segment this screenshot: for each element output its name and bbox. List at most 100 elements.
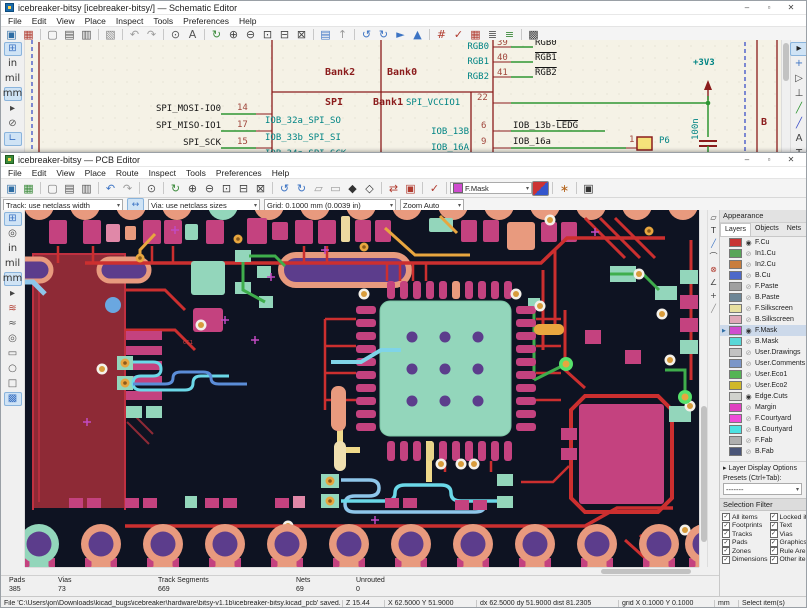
visibility-icon[interactable]: ⊘	[744, 305, 753, 313]
schematic-vertical-scrollbar[interactable]	[781, 40, 790, 154]
footprint-editor-icon[interactable]: ▣	[402, 181, 419, 196]
pin-number[interactable]: 6	[481, 121, 486, 131]
filter-item[interactable]: ✓Zones	[722, 547, 768, 556]
layer-color-swatch[interactable]	[729, 381, 742, 390]
pin-name[interactable]: P6	[659, 136, 670, 146]
visibility-icon[interactable]: ⊘	[744, 316, 753, 324]
filter-item[interactable]: ✓Locked items	[770, 513, 807, 522]
symbol-field[interactable]: SPI	[325, 98, 343, 108]
layer-row[interactable]: ⊘F.Silkscreen	[720, 303, 806, 314]
units-mm-button[interactable]: mm	[4, 272, 22, 286]
close-button[interactable]: ✕	[780, 2, 802, 14]
layer-color-swatch[interactable]	[729, 403, 742, 412]
checkbox-checked-icon[interactable]: ✓	[722, 522, 730, 530]
pin-name[interactable]: 100n	[691, 118, 701, 140]
highlight-net-tool-icon[interactable]: +	[790, 57, 807, 71]
wire-tool-icon[interactable]: ╱	[790, 102, 807, 116]
filter-item[interactable]: ✓Graphics	[770, 539, 807, 548]
cursor-shape-icon[interactable]: ▸	[4, 102, 22, 116]
scripting-console-icon[interactable]: ▣	[580, 181, 597, 196]
menu-route[interactable]: Route	[111, 168, 144, 178]
zoom-page-icon[interactable]: ⊟	[235, 181, 252, 196]
grid-toggle-icon[interactable]: ⊞	[4, 212, 22, 226]
drc-icon[interactable]: ✓	[426, 181, 443, 196]
layer-color-swatch[interactable]	[729, 282, 742, 291]
symbol-field[interactable]: Bank2	[325, 68, 355, 78]
layer-row[interactable]: ⊘B.Paste	[720, 292, 806, 303]
net-label[interactable]: SPI_MOSI-IO0	[125, 104, 221, 114]
pcb-titlebar[interactable]: icebreaker-bitsy — PCB Editor – ▫ ✕	[1, 153, 806, 167]
layer-row[interactable]: ⊘B.Cu	[720, 270, 806, 281]
visibility-icon[interactable]: ⊘	[744, 415, 753, 423]
scrollbar-thumb[interactable]	[601, 569, 691, 574]
ratsnest-icon[interactable]: ∗	[556, 181, 573, 196]
minimize-button[interactable]: –	[736, 154, 758, 166]
checkbox-checked-icon[interactable]: ✓	[770, 530, 778, 538]
visibility-icon[interactable]: ⊘	[744, 382, 753, 390]
layer-row[interactable]: ⊘User.Eco1	[720, 369, 806, 380]
layer-color-swatch[interactable]	[729, 260, 742, 269]
menu-preferences[interactable]: Preferences	[178, 16, 234, 26]
active-layer-dropdown[interactable]: F.Mask ▾	[450, 182, 532, 194]
layer-color-swatch[interactable]	[729, 447, 742, 456]
layer-color-swatch[interactable]	[729, 392, 742, 401]
checkbox-checked-icon[interactable]: ✓	[722, 556, 730, 564]
layer-row[interactable]: ⊘B.Mask	[720, 336, 806, 347]
visibility-icon[interactable]: ⊘	[744, 338, 753, 346]
pin-number[interactable]: 17	[237, 120, 248, 130]
filter-item[interactable]: ✓All items	[722, 513, 768, 522]
schematic-canvas[interactable]: Bank2Bank0SPIBank1SPI_VCCIO122RGB0RGB1RG…	[25, 40, 781, 154]
add-power-tool-icon[interactable]: ⊥	[790, 87, 807, 101]
tab-nets[interactable]: Nets	[783, 223, 805, 236]
scrollbar-thumb[interactable]	[783, 43, 789, 81]
pin-name[interactable]: SPI_VCCIO1	[406, 98, 460, 108]
layer-color-swatch[interactable]	[729, 315, 742, 324]
vias-outline-icon[interactable]: ○	[4, 362, 22, 376]
layer-color-swatch[interactable]	[729, 436, 742, 445]
units-mm-button[interactable]: mm	[4, 87, 22, 101]
filter-item[interactable]: ✓Tracks	[722, 530, 768, 539]
presets-dropdown[interactable]: ------- ▾	[723, 483, 802, 495]
delete-tool-icon[interactable]: ⊗	[708, 264, 719, 276]
undo-icon[interactable]: ↶	[102, 181, 119, 196]
visibility-icon[interactable]: ⊘	[744, 437, 753, 445]
new-board-icon[interactable]: ▢	[44, 181, 61, 196]
cursor-shape-icon[interactable]: ▸	[4, 287, 22, 301]
save-icon[interactable]: ▣	[3, 181, 20, 196]
zoom-out-icon[interactable]: ⊖	[201, 181, 218, 196]
layer-color-swatch[interactable]	[729, 249, 742, 258]
text-tool-icon[interactable]: T	[708, 225, 719, 237]
pin-name[interactable]: RGB1	[455, 57, 489, 67]
visibility-icon[interactable]: ⊘	[744, 426, 753, 434]
pads-outline-icon[interactable]: □	[4, 377, 22, 391]
layer-row[interactable]: ⊘B.Courtyard	[720, 424, 806, 435]
menu-inspect[interactable]: Inspect	[144, 168, 181, 178]
layer-color-swatch[interactable]	[729, 348, 742, 357]
layer-color-swatch[interactable]	[729, 414, 742, 423]
checkbox-checked-icon[interactable]: ✓	[770, 556, 778, 564]
visibility-icon[interactable]: ◉	[744, 327, 753, 335]
symbol-field[interactable]: B	[761, 118, 767, 128]
visibility-icon[interactable]: ⊘	[744, 250, 753, 258]
power-label[interactable]: +3V3	[693, 58, 715, 68]
layer-row[interactable]: ⊘In2.Cu	[720, 259, 806, 270]
pin-number[interactable]: 15	[237, 137, 248, 147]
visibility-icon[interactable]: ⊘	[744, 261, 753, 269]
net-highlight-icon[interactable]: ◎	[4, 332, 22, 346]
zoom-selection-icon[interactable]: ⊠	[252, 181, 269, 196]
grid-toggle-icon[interactable]: ⊞	[4, 42, 22, 56]
dimension-tool-icon[interactable]: ╱	[708, 303, 719, 315]
redo-icon[interactable]: ↷	[119, 181, 136, 196]
refresh-icon[interactable]: ↻	[167, 181, 184, 196]
pin-name[interactable]: IOB_13B	[411, 127, 469, 137]
hidden-pins-icon[interactable]: ⊘	[4, 117, 22, 131]
lock-icon[interactable]: ◆	[344, 181, 361, 196]
plot-icon[interactable]: ▥	[78, 181, 95, 196]
filter-item[interactable]: ✓Rule Areas	[770, 547, 807, 556]
checkbox-checked-icon[interactable]: ✓	[770, 547, 778, 555]
ungroup-icon[interactable]: ▭	[327, 181, 344, 196]
menu-help[interactable]: Help	[267, 168, 294, 178]
menu-view[interactable]: View	[51, 168, 79, 178]
menu-file[interactable]: File	[3, 16, 27, 26]
net-label-tool-icon[interactable]: A	[790, 132, 807, 146]
